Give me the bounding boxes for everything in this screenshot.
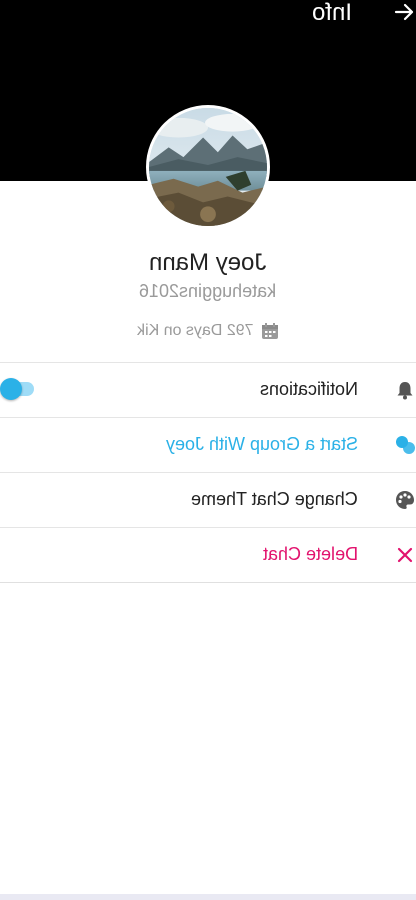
delete-chat-label-text: Delete Chat (262, 544, 358, 564)
close-icon (394, 544, 416, 566)
start-group-label-text: Start a Group With Joey (165, 434, 358, 454)
notifications-label-text: Notifications (259, 379, 358, 399)
arrow-icon (394, 3, 414, 21)
menu-item-chat-theme[interactable]: Change Chat Theme (0, 473, 416, 528)
group-icon (394, 434, 416, 456)
contact-name: Joey Mann (0, 249, 416, 277)
contact-name-text: Joey Mann (149, 249, 267, 276)
contact-menu: Notifications Start a Group With Joey Ch… (0, 362, 416, 583)
start-group-label: Start a Group With Joey (166, 432, 358, 456)
bottom-bar (0, 894, 416, 900)
menu-item-notifications[interactable]: Notifications (0, 363, 416, 418)
back-button[interactable] (392, 0, 416, 24)
chat-theme-label: Change Chat Theme (191, 487, 358, 511)
chat-theme-label-text: Change Chat Theme (191, 489, 358, 509)
page-title: Info (312, 0, 382, 28)
contact-username: katehuggins2016 (0, 281, 416, 302)
palette-icon (394, 489, 416, 511)
avatar[interactable] (146, 105, 270, 229)
contact-username-text: katehuggins2016 (139, 281, 277, 301)
landscape-photo (149, 108, 267, 226)
days-on-kik-text: 792 Days on Kik (136, 322, 254, 339)
bell-icon (394, 379, 416, 401)
notifications-label: Notifications (260, 377, 358, 401)
days-on-kik: 792 Days on Kik (0, 322, 416, 340)
calendar-icon (262, 323, 279, 339)
notifications-toggle[interactable] (0, 378, 34, 400)
menu-item-delete-chat[interactable]: Delete Chat (0, 528, 416, 583)
menu-item-start-group[interactable]: Start a Group With Joey (0, 418, 416, 473)
page-title-text: Info (312, 0, 353, 26)
toggle-knob (0, 378, 22, 400)
delete-chat-label: Delete Chat (263, 542, 358, 566)
